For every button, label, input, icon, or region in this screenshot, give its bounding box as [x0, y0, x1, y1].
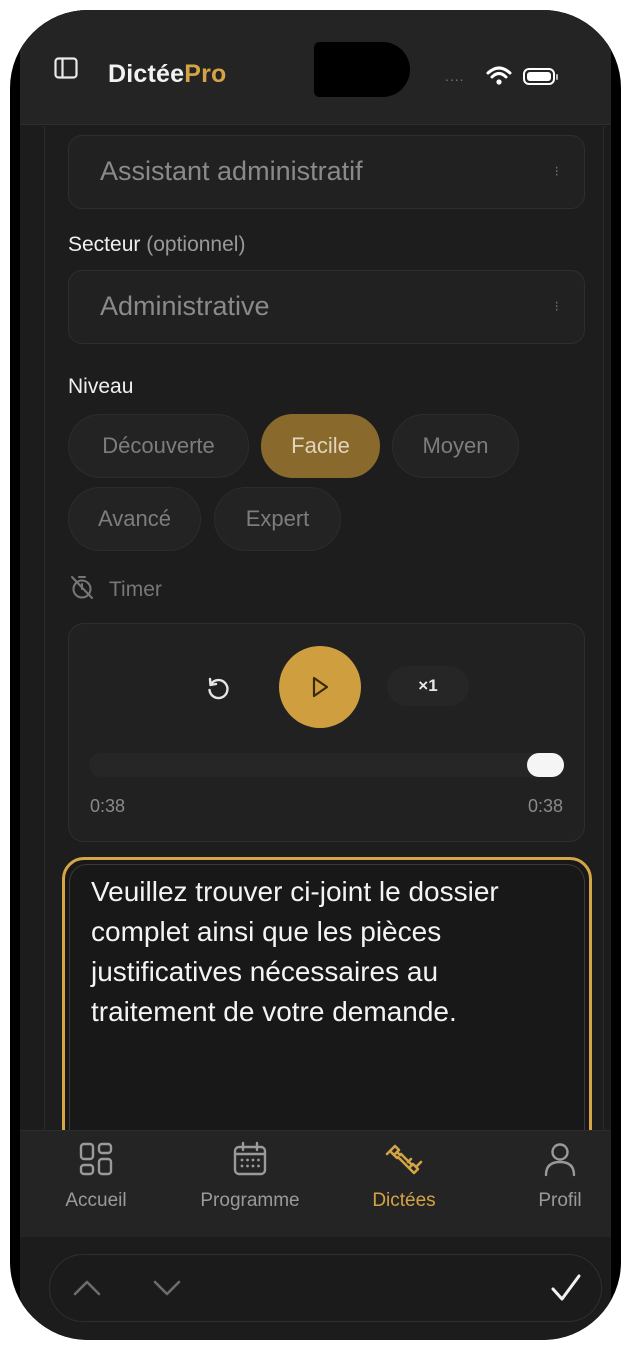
- progress-thumb[interactable]: [527, 753, 564, 777]
- main-content: Assistant administratif ⁝ Secteur (optio…: [44, 126, 604, 1141]
- keyboard-accessory-bar: [49, 1254, 602, 1322]
- level-chip-expert[interactable]: Expert: [214, 487, 341, 551]
- checkmark-icon[interactable]: [549, 1271, 583, 1310]
- timer-label: Timer: [109, 578, 162, 601]
- select-chevron-icon: ⁝: [554, 163, 559, 179]
- grid-icon: [78, 1141, 114, 1182]
- level-chip-facile[interactable]: Facile: [261, 414, 380, 478]
- logo-text-accent: Pro: [184, 60, 227, 88]
- tab-accueil-label: Accueil: [65, 1190, 127, 1211]
- secteur-select[interactable]: Administrative ⁝: [68, 270, 585, 344]
- poste-select[interactable]: Assistant administratif ⁝: [68, 135, 585, 209]
- tab-dictees[interactable]: Dictées: [334, 1141, 474, 1212]
- calendar-icon: [232, 1141, 268, 1182]
- current-time: 0:38: [90, 796, 126, 816]
- wifi-icon: [486, 66, 512, 91]
- user-icon: [542, 1141, 578, 1182]
- timer-toggle[interactable]: Timer: [69, 574, 162, 606]
- progress-track[interactable]: [89, 753, 564, 777]
- dictation-input[interactable]: Veuillez trouver ci-joint le dossier com…: [62, 857, 592, 1141]
- niveau-label: Niveau: [68, 375, 134, 398]
- sidebar-toggle-icon[interactable]: [54, 57, 78, 79]
- secteur-label: Secteur (optionnel): [68, 233, 246, 256]
- chevron-down-icon[interactable]: [152, 1275, 182, 1306]
- play-icon: [312, 676, 329, 698]
- timer-off-icon: [69, 574, 109, 606]
- logo-text-main: Dictée: [108, 60, 185, 88]
- audio-player: ×1 0:38 0:38: [68, 623, 585, 842]
- tab-programme[interactable]: Programme: [180, 1141, 320, 1212]
- tab-profil[interactable]: Profil: [490, 1141, 621, 1212]
- tab-bar: Accueil Programme Dictées Profil: [20, 1130, 611, 1237]
- device-frame: DictéePro .... Assistant administratif ⁝…: [10, 10, 621, 1340]
- level-chip-avance[interactable]: Avancé: [68, 487, 201, 551]
- level-chip-decouverte[interactable]: Découverte: [68, 414, 249, 478]
- tab-dictees-label: Dictées: [372, 1190, 436, 1211]
- dynamic-island: [314, 42, 410, 97]
- dictation-text: Veuillez trouver ci-joint le dossier com…: [91, 876, 499, 1027]
- battery-icon: [523, 68, 558, 85]
- secteur-optional: (optionnel): [146, 233, 246, 256]
- tab-accueil[interactable]: Accueil: [26, 1141, 166, 1212]
- app-logo: DictéePro: [108, 60, 227, 89]
- replay-icon[interactable]: [198, 669, 238, 709]
- tab-programme-label: Programme: [200, 1190, 300, 1211]
- dumbbell-icon: [384, 1141, 424, 1182]
- screen: DictéePro .... Assistant administratif ⁝…: [20, 10, 611, 1340]
- tab-profil-label: Profil: [538, 1190, 582, 1211]
- header-bar: DictéePro ....: [20, 10, 611, 125]
- poste-value: Assistant administratif: [100, 156, 363, 186]
- total-time: 0:38: [527, 796, 563, 816]
- chevron-up-icon[interactable]: [72, 1275, 102, 1306]
- cellular-signal: ....: [445, 68, 465, 84]
- select-chevron-icon: ⁝: [554, 298, 559, 314]
- secteur-value: Administrative: [100, 291, 270, 321]
- level-chip-moyen[interactable]: Moyen: [392, 414, 519, 478]
- speed-button[interactable]: ×1: [387, 666, 469, 706]
- play-button[interactable]: [279, 646, 361, 728]
